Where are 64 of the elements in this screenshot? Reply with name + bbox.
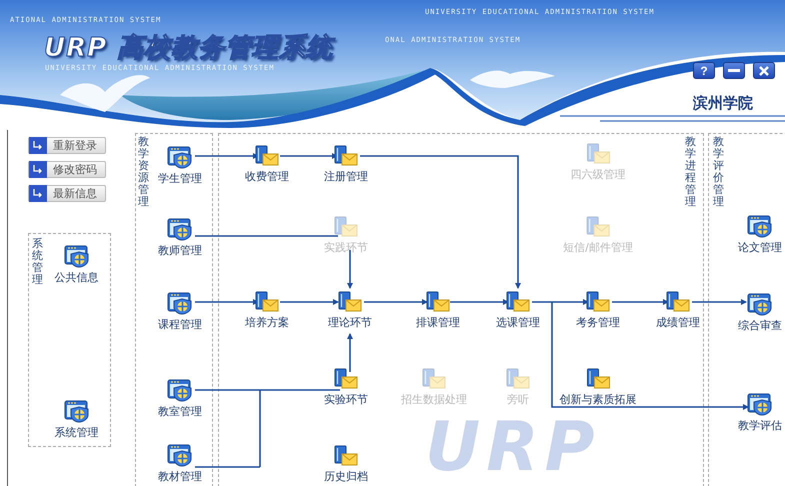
book-envelope-icon xyxy=(334,145,358,167)
module-link[interactable]: 教材管理 xyxy=(158,443,202,484)
quick-link-button[interactable]: 重新登录 xyxy=(28,137,106,154)
book-envelope-icon xyxy=(506,368,530,390)
window-shield-icon xyxy=(167,217,193,241)
school-name: 滨州学院 xyxy=(693,94,753,113)
window-shield-icon xyxy=(747,392,773,416)
book-envelope-icon xyxy=(586,291,610,313)
function-link[interactable]: 注册管理 xyxy=(324,145,368,184)
book-envelope-icon xyxy=(338,291,362,313)
group-title: 系统管理 xyxy=(32,238,43,288)
book-envelope-icon xyxy=(426,291,450,313)
module-link[interactable]: 系统管理 xyxy=(54,399,98,440)
connector-arrow xyxy=(450,299,509,305)
window-shield-icon xyxy=(167,145,193,169)
connector-arrow xyxy=(280,299,339,305)
function-link[interactable]: 培养方案 xyxy=(245,291,289,330)
book-envelope-icon xyxy=(422,368,446,390)
quick-link-button[interactable]: 修改密码 xyxy=(28,161,106,178)
module-link[interactable]: 公共信息 xyxy=(54,244,98,285)
function-link[interactable]: 创新与素质拓展 xyxy=(560,368,636,407)
book-envelope-icon xyxy=(334,368,358,390)
book-envelope-icon xyxy=(586,216,610,238)
function-link[interactable]: 理论环节 xyxy=(328,291,372,330)
minimize-button[interactable] xyxy=(723,62,745,79)
function-link[interactable]: 考务管理 xyxy=(576,291,620,330)
window-shield-icon xyxy=(64,244,90,268)
close-icon xyxy=(759,66,769,76)
book-envelope-icon xyxy=(334,445,358,467)
quick-link-button[interactable]: 最新信息 xyxy=(28,185,106,202)
module-link[interactable]: 教学评估 xyxy=(738,392,782,433)
function-link[interactable]: 历史归档 xyxy=(324,445,368,484)
connector-arrow xyxy=(364,299,428,305)
function-link[interactable]: 选课管理 xyxy=(496,291,540,330)
group-title: 教学评价管理 xyxy=(713,136,724,209)
module-link[interactable]: 教室管理 xyxy=(158,378,202,419)
window-shield-icon xyxy=(167,291,193,315)
window-shield-icon xyxy=(747,214,773,238)
close-button[interactable] xyxy=(753,62,775,79)
function-link[interactable]: 成绩管理 xyxy=(656,291,700,330)
book-envelope-icon xyxy=(255,145,279,167)
window-shield-icon xyxy=(747,292,773,316)
window-shield-icon xyxy=(167,443,193,467)
book-envelope-icon xyxy=(586,368,610,390)
group-title: 教学进程管理 xyxy=(685,136,696,209)
connector-arrow xyxy=(347,333,353,372)
group-title: 教学资源管理 xyxy=(138,136,149,209)
module-link[interactable]: 综合审查 xyxy=(738,292,782,333)
window-shield-icon xyxy=(64,399,90,423)
minimize-icon xyxy=(728,68,740,72)
book-envelope-icon xyxy=(255,291,279,313)
module-link[interactable]: 教师管理 xyxy=(158,217,202,258)
book-envelope-icon xyxy=(586,143,610,165)
book-envelope-icon xyxy=(334,216,358,238)
function-link[interactable]: 排课管理 xyxy=(416,291,460,330)
function-link[interactable]: 实验环节 xyxy=(324,368,368,407)
book-envelope-icon xyxy=(666,291,690,313)
module-link[interactable]: 论文管理 xyxy=(738,214,782,255)
module-link[interactable]: 学生管理 xyxy=(158,145,202,186)
function-link[interactable]: 收费管理 xyxy=(245,145,289,184)
help-button[interactable]: ? xyxy=(693,62,715,79)
window-shield-icon xyxy=(167,378,193,402)
module-link[interactable]: 课程管理 xyxy=(158,291,202,332)
book-envelope-icon xyxy=(506,291,530,313)
